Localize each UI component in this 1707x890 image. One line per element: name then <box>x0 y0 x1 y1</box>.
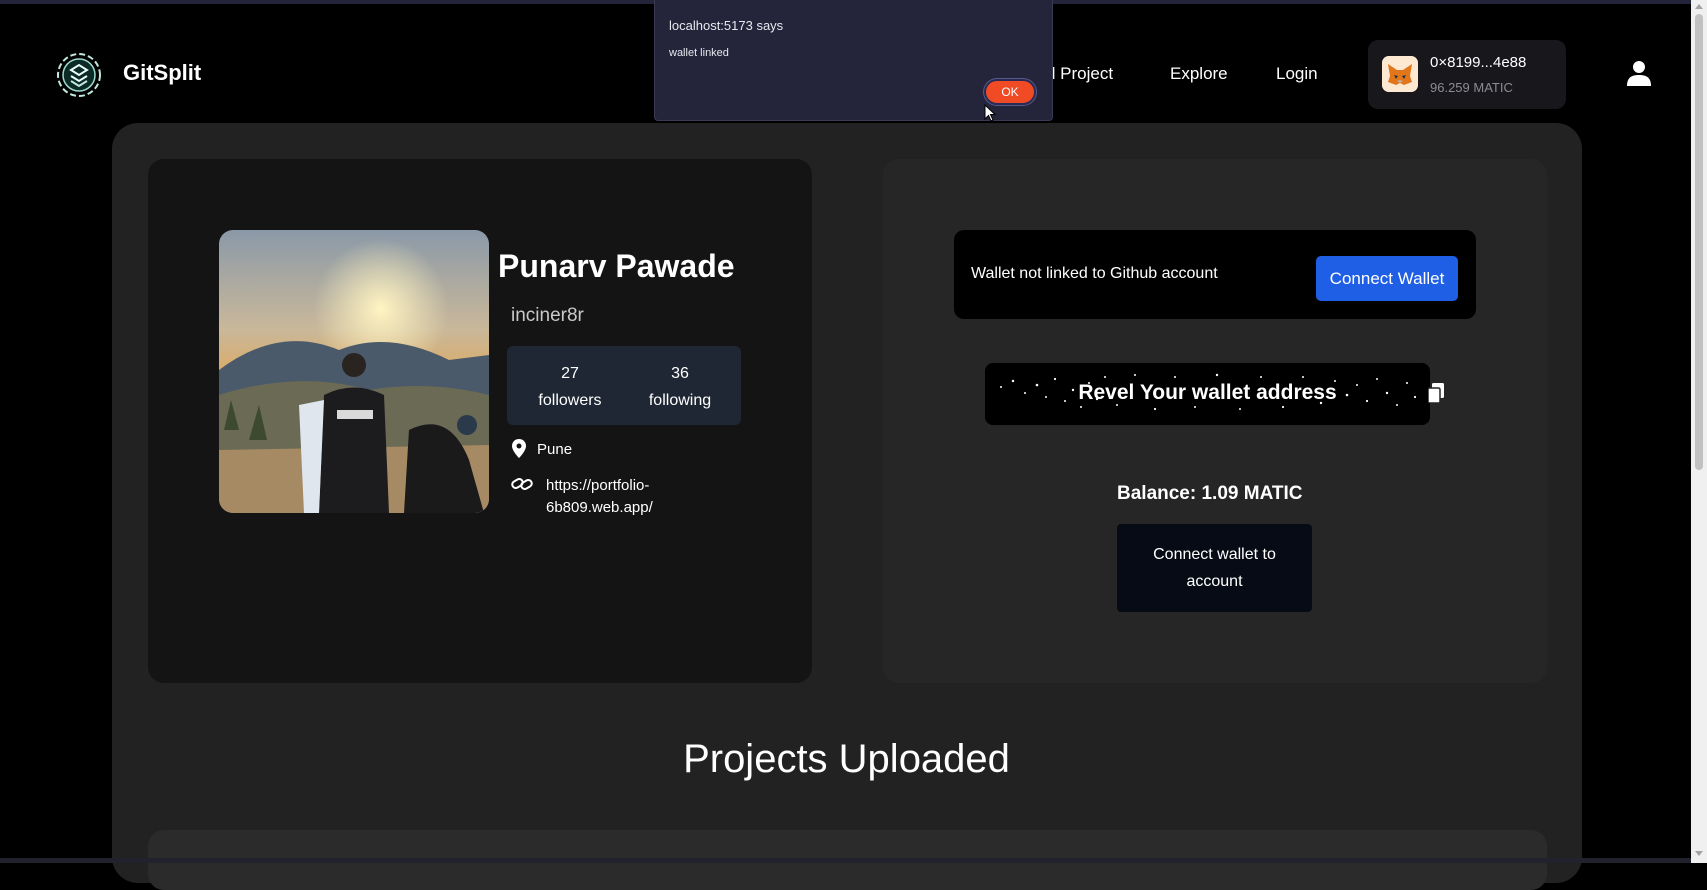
profile-website-link[interactable]: https://portfolio- 6b809.web.app/ <box>546 475 696 519</box>
wallet-notice-text: Wallet not linked to Github account <box>971 265 1218 282</box>
website-line-2: 6b809.web.app/ <box>546 499 653 516</box>
mouse-cursor-icon <box>984 104 996 122</box>
profile-photo <box>219 230 489 513</box>
metamask-fox-icon <box>1382 56 1418 92</box>
alert-ok-button[interactable]: OK <box>984 79 1036 105</box>
user-icon[interactable] <box>1626 60 1652 86</box>
followers-label: followers <box>538 392 602 409</box>
wallet-address: 0×8199...4e88 <box>1430 54 1527 71</box>
reveal-wallet-address[interactable]: Revel Your wallet address <box>985 363 1430 425</box>
profile-username: inciner8r <box>511 305 584 326</box>
nav-link-add-project[interactable]: d Project <box>1046 64 1113 84</box>
wallet-balance: 96.259 MATIC <box>1430 80 1513 95</box>
profile-location: Pune <box>537 441 573 458</box>
following-label: following <box>648 392 712 409</box>
connect-wallet-to-account-button[interactable]: Connect wallet to account <box>1117 524 1312 612</box>
scroll-down-arrow-icon[interactable] <box>1695 851 1703 856</box>
browser-bottom-edge <box>0 858 1707 863</box>
connect-wallet-button[interactable]: Connect Wallet <box>1316 256 1458 301</box>
link-icon <box>511 478 533 491</box>
location-pin-icon <box>512 439 526 458</box>
followers-count: 27 <box>561 365 579 382</box>
follow-stats: 27 followers 36 following <box>507 346 741 425</box>
reveal-wallet-text: Revel Your wallet address <box>1078 381 1337 404</box>
following-count: 36 <box>671 365 689 382</box>
alert-title: localhost:5173 says <box>669 18 784 33</box>
profile-name: Punarv Pawade <box>498 248 735 284</box>
website-line-1: https://portfolio- <box>546 477 650 494</box>
wallet-notice: Wallet not linked to Github account Conn… <box>954 230 1476 319</box>
page-scrollbar[interactable] <box>1691 0 1707 863</box>
projects-section-title: Projects Uploaded <box>683 737 1010 781</box>
following-stat[interactable]: 36 following <box>625 360 735 414</box>
scroll-thumb[interactable] <box>1695 14 1703 470</box>
browser-alert-dialog: localhost:5173 says wallet linked OK <box>654 0 1053 121</box>
alert-message: wallet linked <box>669 47 729 59</box>
wallet-balance-text: Balance: 1.09 MATIC <box>1117 483 1303 504</box>
nav-link-login[interactable]: Login <box>1276 64 1318 84</box>
brand-name[interactable]: GitSplit <box>123 60 201 86</box>
followers-stat[interactable]: 27 followers <box>515 360 625 414</box>
copy-icon[interactable] <box>1428 383 1444 403</box>
wallet-connected-pill[interactable]: 0×8199...4e88 96.259 MATIC <box>1368 40 1566 109</box>
nav-link-explore[interactable]: Explore <box>1170 64 1228 84</box>
gitsplit-logo[interactable] <box>56 52 102 98</box>
scroll-up-arrow-icon[interactable] <box>1695 4 1703 9</box>
